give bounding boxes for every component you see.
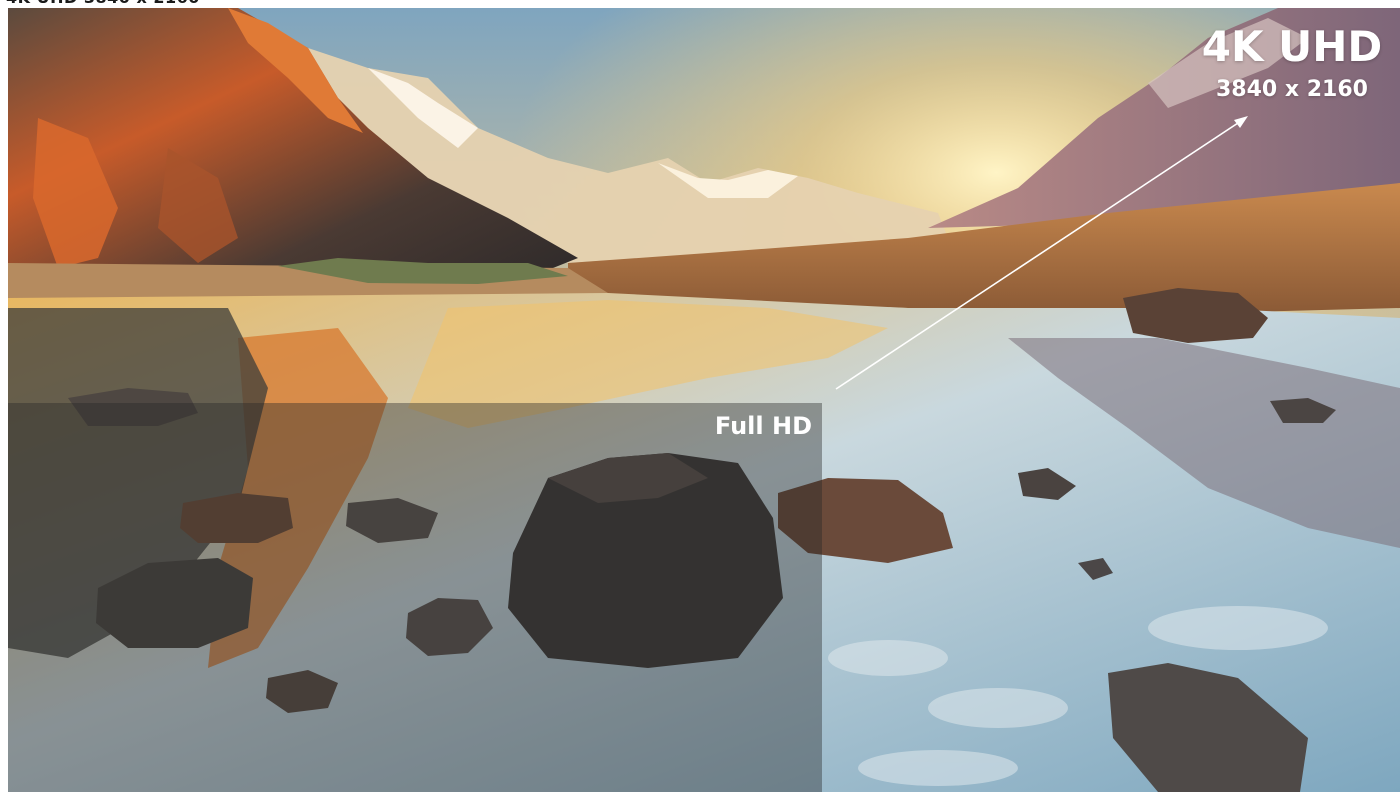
uhd-title: 4K UHD — [1201, 22, 1383, 71]
full-hd-label: Full HD — [714, 412, 812, 440]
uhd-resolution: 3840 x 2160 — [1216, 77, 1368, 102]
top-caption: 4K UHD 3840 x 2160 — [6, 0, 200, 8]
full-hd-area-overlay: Full HD — [8, 403, 822, 792]
